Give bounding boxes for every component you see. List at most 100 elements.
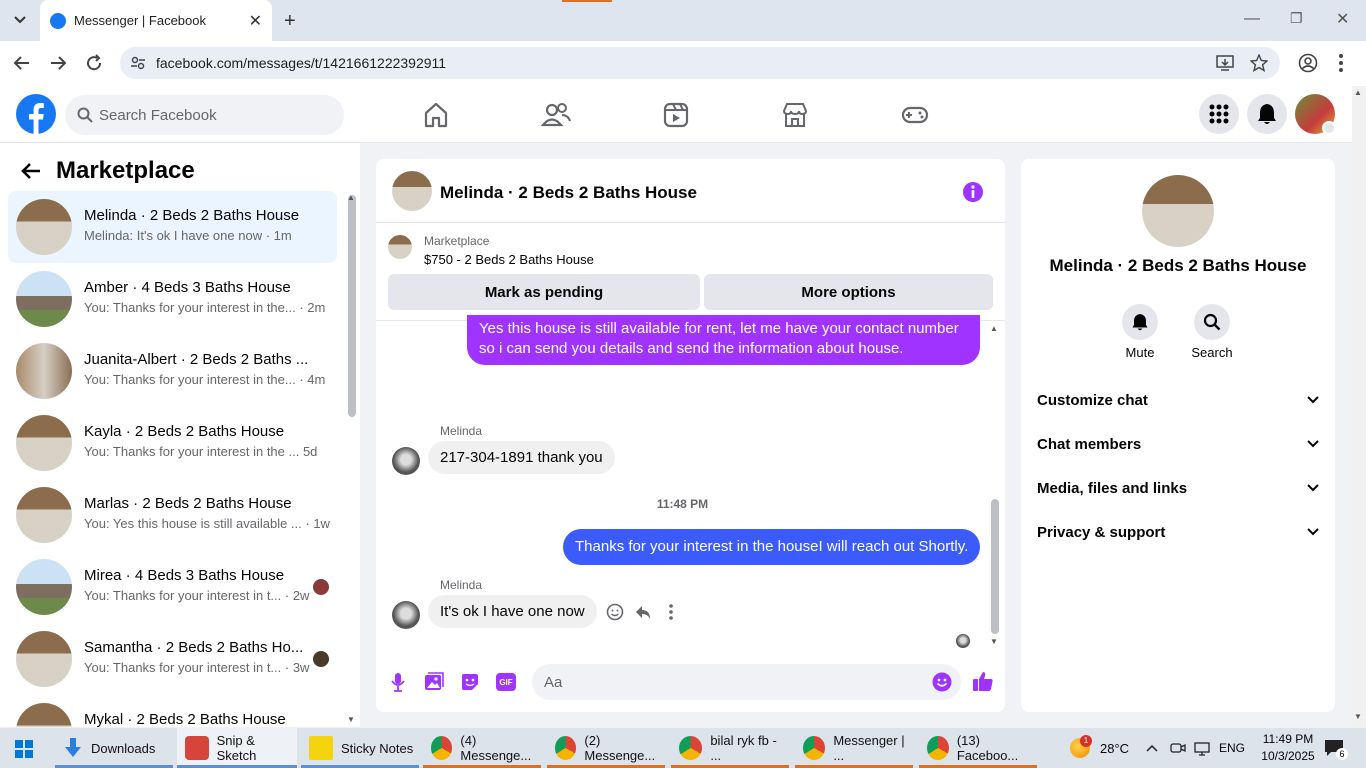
taskbar-chrome-window[interactable]: (4) Messenge... bbox=[423, 728, 541, 768]
taskbar-chrome-window[interactable]: (13) Faceboo... bbox=[919, 728, 1037, 768]
taskbar-downloads[interactable]: Downloads bbox=[55, 728, 173, 768]
tab-search-button[interactable] bbox=[8, 8, 32, 32]
message-bubble-incoming[interactable]: 217-304-1891 thank you bbox=[428, 441, 615, 474]
facebook-logo-icon[interactable] bbox=[16, 94, 56, 134]
windows-start-icon[interactable] bbox=[15, 740, 33, 758]
scroll-down-arrow-icon[interactable]: ▼ bbox=[990, 637, 998, 646]
message-bubble-incoming[interactable]: It's ok I have one now bbox=[428, 595, 597, 628]
scroll-down-arrow-icon[interactable]: ▼ bbox=[1354, 712, 1362, 721]
conversation-preview: You: Thanks for your interest in the... … bbox=[84, 372, 326, 387]
search-in-conversation-button[interactable] bbox=[1194, 304, 1230, 340]
message-input[interactable]: Aa bbox=[532, 664, 961, 700]
gaming-icon[interactable] bbox=[900, 100, 930, 130]
chat-title[interactable]: Melinda · 2 Beds 2 Baths House bbox=[440, 183, 697, 203]
gif-icon[interactable]: GIF bbox=[496, 673, 516, 691]
section-label: Chat members bbox=[1037, 435, 1142, 453]
scroll-up-arrow-icon[interactable]: ▲ bbox=[1354, 88, 1362, 97]
language-indicator[interactable]: ENG bbox=[1219, 741, 1245, 755]
info-avatar[interactable] bbox=[1142, 175, 1214, 247]
show-hidden-icons-icon[interactable] bbox=[1146, 744, 1158, 752]
install-app-icon[interactable] bbox=[1216, 54, 1234, 72]
listing-price-title[interactable]: $750 - 2 Beds 2 Baths House bbox=[424, 252, 594, 267]
new-tab-button[interactable]: + bbox=[284, 10, 296, 33]
scroll-down-arrow-icon[interactable]: ▼ bbox=[347, 715, 355, 724]
info-icon[interactable] bbox=[962, 181, 984, 203]
reload-button[interactable] bbox=[84, 53, 104, 73]
media-files-links-section[interactable]: Media, files and links bbox=[1037, 466, 1319, 510]
clock-date[interactable]: 10/3/2025 bbox=[1256, 749, 1320, 763]
address-bar[interactable]: facebook.com/messages/t/1421661222392911 bbox=[120, 47, 1280, 79]
site-info-icon[interactable] bbox=[130, 55, 146, 71]
close-tab-icon[interactable]: ✕ bbox=[249, 11, 262, 31]
bell-icon bbox=[1132, 314, 1148, 331]
thumbs-up-icon[interactable] bbox=[972, 670, 994, 692]
network-icon[interactable] bbox=[1194, 740, 1210, 756]
reload-icon bbox=[87, 54, 102, 71]
message-bubble-outgoing[interactable]: Thanks for your interest in the houseI w… bbox=[563, 529, 981, 565]
conversation-item[interactable]: Juanita-Albert · 2 Beds 2 Baths ... You:… bbox=[8, 335, 337, 407]
profile-button[interactable] bbox=[1298, 53, 1318, 73]
mute-label: Mute bbox=[1125, 345, 1155, 360]
meet-now-icon[interactable] bbox=[1170, 740, 1186, 756]
taskbar-snip-sketch[interactable]: Snip & Sketch bbox=[177, 728, 297, 768]
chrome-icon bbox=[803, 736, 826, 760]
conversation-item[interactable]: Kayla · 2 Beds 2 Baths House You: Thanks… bbox=[8, 407, 337, 479]
mute-button[interactable] bbox=[1122, 304, 1158, 340]
conversation-name: Juanita-Albert · 2 Beds 2 Baths ... bbox=[84, 351, 309, 368]
list-scrollbar-thumb[interactable] bbox=[348, 195, 356, 417]
sender-avatar[interactable] bbox=[392, 601, 420, 629]
clock-time[interactable]: 11:49 PM bbox=[1256, 732, 1320, 746]
notifications-button[interactable] bbox=[1247, 94, 1287, 134]
menu-button[interactable] bbox=[1199, 94, 1239, 134]
chevron-down-icon bbox=[1307, 440, 1319, 448]
restore-button[interactable]: ❐ bbox=[1290, 10, 1303, 27]
sender-avatar[interactable] bbox=[392, 447, 420, 475]
message-more-icon[interactable] bbox=[668, 604, 674, 620]
photo-icon[interactable] bbox=[424, 672, 444, 692]
customize-chat-section[interactable]: Customize chat bbox=[1037, 378, 1319, 422]
react-emoji-icon[interactable] bbox=[606, 603, 624, 621]
scroll-up-arrow-icon[interactable]: ▲ bbox=[347, 193, 355, 202]
listing-thumbnail[interactable] bbox=[388, 235, 412, 259]
marketplace-conversation-list: Marketplace Melinda · 2 Beds 2 Baths Hou… bbox=[0, 143, 360, 727]
close-window-button[interactable]: ✕ bbox=[1336, 9, 1349, 29]
chat-avatar[interactable] bbox=[392, 171, 432, 211]
reply-icon[interactable] bbox=[634, 603, 652, 621]
message-bubble-outgoing[interactable]: Yes this house is still available for re… bbox=[467, 315, 980, 365]
marketplace-icon[interactable] bbox=[780, 100, 810, 130]
privacy-support-section[interactable]: Privacy & support bbox=[1037, 510, 1319, 554]
account-chevron-icon[interactable] bbox=[1322, 121, 1336, 135]
video-icon[interactable] bbox=[661, 100, 691, 130]
friends-icon[interactable] bbox=[541, 100, 571, 130]
conversation-item[interactable]: Mirea · 4 Beds 3 Baths House You: Thanks… bbox=[8, 551, 337, 623]
taskbar-sticky-notes[interactable]: Sticky Notes bbox=[301, 728, 419, 768]
browser-menu-button[interactable] bbox=[1338, 53, 1344, 73]
more-options-button[interactable]: More options bbox=[704, 274, 993, 310]
taskbar-chrome-window[interactable]: (2) Messenge... bbox=[547, 728, 665, 768]
emoji-icon[interactable] bbox=[932, 672, 952, 692]
browser-tab-active[interactable]: Messenger | Facebook ✕ bbox=[40, 0, 272, 41]
conversation-item[interactable]: Melinda · 2 Beds 2 Baths House Melinda: … bbox=[8, 191, 337, 263]
facebook-search-input[interactable]: Search Facebook bbox=[65, 95, 344, 135]
page-scrollbar[interactable]: ▲ ▼ bbox=[1352, 86, 1366, 728]
chat-members-section[interactable]: Chat members bbox=[1037, 422, 1319, 466]
conversation-item[interactable]: Marlas · 2 Beds 2 Baths House You: Yes t… bbox=[8, 479, 337, 551]
back-button[interactable] bbox=[12, 53, 32, 73]
home-icon[interactable] bbox=[421, 100, 451, 130]
minimize-button[interactable]: — bbox=[1244, 10, 1260, 28]
mark-as-pending-button[interactable]: Mark as pending bbox=[388, 274, 700, 310]
sticker-icon[interactable] bbox=[460, 672, 480, 692]
seen-receipt-avatar bbox=[956, 634, 970, 648]
conversation-item[interactable]: Samantha · 2 Beds 2 Baths Ho... You: Tha… bbox=[8, 623, 337, 695]
taskbar-chrome-window[interactable]: Messenger | ... bbox=[795, 728, 913, 768]
bookmark-star-icon[interactable] bbox=[1250, 54, 1268, 72]
forward-button[interactable] bbox=[48, 53, 68, 73]
microphone-icon[interactable] bbox=[390, 672, 406, 692]
conversation-item[interactable]: Mykal · 2 Beds 2 Baths House bbox=[8, 695, 337, 727]
back-to-chats-button[interactable] bbox=[20, 161, 42, 181]
scroll-up-arrow-icon[interactable]: ▲ bbox=[990, 324, 998, 333]
conversation-item[interactable]: Amber · 4 Beds 3 Baths House You: Thanks… bbox=[8, 263, 337, 335]
taskbar-chrome-window[interactable]: bilal ryk fb - ... bbox=[671, 728, 789, 768]
chat-scrollbar-thumb[interactable] bbox=[991, 499, 999, 634]
temperature[interactable]: 28°C bbox=[1100, 741, 1129, 756]
